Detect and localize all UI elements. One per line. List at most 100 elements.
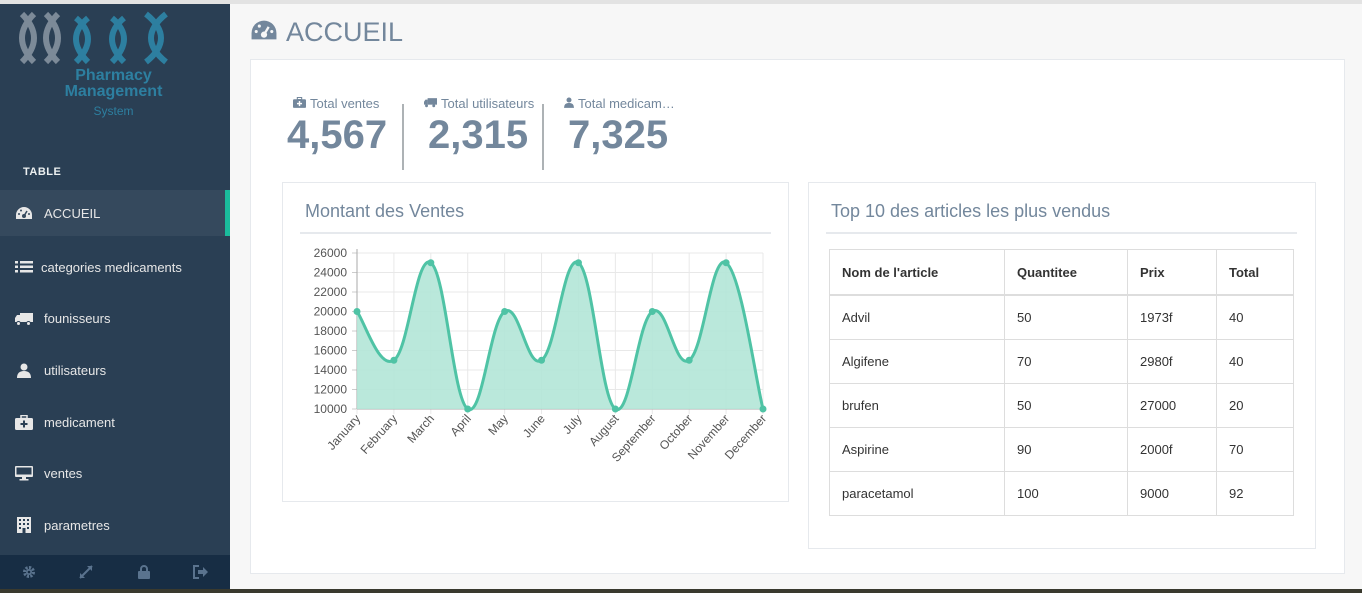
x-tick-label: August — [586, 411, 622, 449]
y-tick-label: 12000 — [314, 383, 348, 397]
main-panel: Total ventes 4,567 Total utilisateurs 2,… — [250, 59, 1345, 574]
stat-total-utilisateurs: Total utilisateurs 2,315 — [424, 96, 534, 170]
logo-line-3: System — [93, 104, 134, 118]
building-icon — [15, 517, 33, 534]
cell-quantite: 90 — [1004, 427, 1128, 472]
logo-line-2: Management — [64, 83, 163, 100]
stat-divider — [542, 104, 544, 170]
fullscreen-icon[interactable] — [58, 555, 116, 589]
truck-icon — [424, 96, 441, 111]
sidebar-item-founisseurs[interactable]: founisseurs — [0, 293, 230, 345]
stat-label: Total ventes — [310, 96, 380, 111]
medkit-icon — [15, 414, 33, 430]
sign-out-icon[interactable] — [173, 555, 231, 589]
user-icon — [564, 96, 578, 111]
cell-article: Aspirine — [829, 427, 1005, 472]
dashboard-icon — [15, 205, 33, 221]
stat-divider — [402, 104, 404, 170]
y-tick-label: 24000 — [314, 266, 348, 280]
logo-line-1: Pharmacy — [75, 67, 152, 84]
stat-total-medicaments: Total medicam… 7,325 — [564, 96, 675, 170]
x-tick-label: May — [485, 412, 511, 438]
sidebar-item-categories[interactable]: categories medicaments — [0, 242, 230, 294]
stat-label: Total utilisateurs — [441, 96, 535, 111]
table-row[interactable]: brufen 50 27000 20 — [829, 383, 1294, 428]
cell-prix: 9000 — [1127, 471, 1217, 516]
data-point — [611, 405, 619, 413]
sales-chart-title: Montant des Ventes — [305, 201, 465, 221]
sidebar-item-ventes[interactable]: ventes — [0, 448, 230, 500]
data-point — [501, 308, 509, 315]
data-point — [574, 259, 582, 267]
sidebar-item-label: ventes — [44, 466, 83, 482]
top-articles-table: Nom de l'article Quantitee Prix Total Ad… — [829, 249, 1294, 516]
x-tick-label: July — [560, 412, 585, 437]
table-row[interactable]: Algifene 70 2980f 40 — [829, 339, 1294, 384]
cell-quantite: 50 — [1004, 294, 1128, 340]
top-articles-panel: Top 10 des articles les plus vendus Nom … — [808, 182, 1316, 549]
x-tick-label: April — [447, 412, 473, 439]
stat-value: 2,315 — [428, 113, 529, 157]
cell-total: 40 — [1216, 294, 1294, 340]
y-tick-label: 14000 — [314, 363, 348, 377]
cell-prix: 27000 — [1127, 383, 1217, 428]
cell-article: brufen — [829, 383, 1005, 428]
gear-icon[interactable] — [0, 555, 58, 589]
y-tick-label: 16000 — [314, 344, 348, 358]
data-point — [685, 356, 693, 364]
sidebar-item-label: ACCUEIL — [44, 205, 101, 221]
column-header[interactable]: Quantitee — [1004, 249, 1128, 296]
sidebar-item-medicament[interactable]: medicament — [0, 396, 230, 448]
x-tick-label: March — [404, 412, 437, 446]
column-header[interactable]: Total — [1216, 249, 1294, 296]
sidebar-item-parametres[interactable]: parametres — [0, 500, 230, 552]
cell-total: 70 — [1216, 427, 1294, 472]
cell-prix: 2000f — [1127, 427, 1217, 472]
cell-article: Algifene — [829, 339, 1005, 384]
cell-prix: 2980f — [1127, 339, 1217, 384]
lock-icon[interactable] — [115, 555, 173, 589]
sidebar-item-label: founisseurs — [44, 311, 111, 327]
data-point — [759, 405, 767, 413]
y-tick-label: 18000 — [314, 324, 348, 338]
column-header[interactable]: Nom de l'article — [829, 249, 1005, 296]
data-point — [427, 259, 435, 267]
sidebar-menu: ACCUEIL categories medicaments founisseu… — [0, 190, 230, 551]
medkit-icon — [293, 96, 310, 111]
cell-total: 20 — [1216, 383, 1294, 428]
data-point — [464, 405, 472, 413]
sidebar-item-accueil[interactable]: ACCUEIL — [0, 190, 230, 236]
data-point — [648, 308, 656, 315]
sidebar-footer — [0, 555, 230, 589]
cell-total: 40 — [1216, 339, 1294, 384]
desktop-icon — [15, 466, 33, 482]
data-point — [353, 308, 361, 315]
stat-value: 4,567 — [287, 113, 388, 157]
user-icon — [15, 363, 33, 379]
cell-quantite: 50 — [1004, 383, 1128, 428]
table-row[interactable]: Advil 50 1973f 40 — [829, 294, 1294, 340]
stat-total-ventes: Total ventes 4,567 — [287, 96, 387, 170]
sidebar-item-label: categories medicaments — [41, 259, 182, 275]
y-tick-label: 20000 — [314, 305, 348, 319]
column-header[interactable]: Prix — [1127, 249, 1217, 296]
stat-value: 7,325 — [568, 113, 669, 157]
table-row[interactable]: Aspirine 90 2000f 70 — [829, 427, 1294, 472]
list-icon — [15, 259, 33, 275]
sidebar-item-utilisateurs[interactable]: utilisateurs — [0, 345, 230, 397]
page-title-text: ACCUEIL — [286, 17, 404, 47]
app-logo[interactable]: Pharmacy Management System — [16, 8, 186, 118]
menu-section-title: TABLE — [23, 166, 62, 178]
data-point — [722, 259, 730, 267]
sidebar: Pharmacy Management System TABLE ACCUEIL… — [0, 4, 230, 589]
sidebar-item-label: parametres — [44, 517, 110, 533]
dashboard-icon — [250, 17, 286, 48]
truck-icon — [15, 311, 33, 327]
y-tick-label: 10000 — [314, 402, 348, 416]
panel-title-rule — [826, 232, 1297, 234]
x-tick-label: June — [520, 411, 548, 440]
cell-quantite: 100 — [1004, 471, 1128, 516]
page-title: ACCUEIL — [250, 17, 403, 48]
top-articles-title: Top 10 des articles les plus vendus — [831, 201, 1111, 221]
table-row[interactable]: paracetamol 100 9000 92 — [829, 471, 1294, 516]
